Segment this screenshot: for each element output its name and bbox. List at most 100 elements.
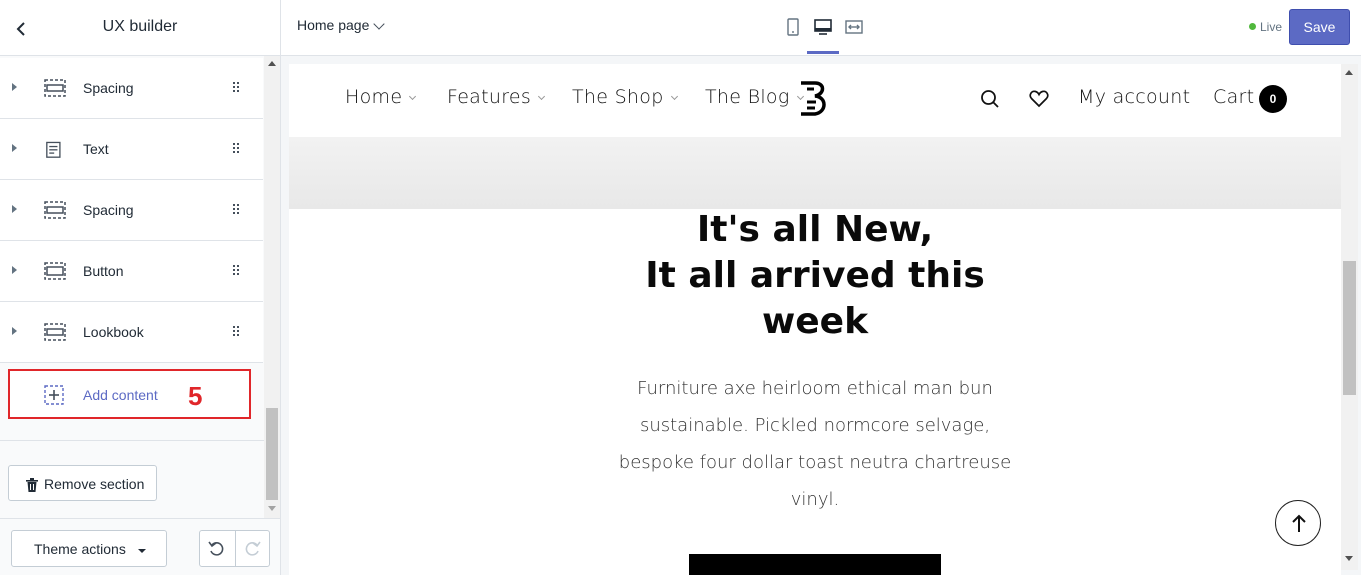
scroll-up-icon[interactable] xyxy=(1345,70,1353,75)
block-item-spacing[interactable]: Spacing xyxy=(0,58,263,119)
hero-image-band xyxy=(289,137,1341,209)
section-block-list: Spacing Text Spacing Button Lookbook Add… xyxy=(0,58,264,518)
back-button[interactable] xyxy=(10,18,32,40)
nav-item-label: Home xyxy=(345,86,403,108)
expand-caret-icon[interactable] xyxy=(12,205,17,213)
block-item-label: Spacing xyxy=(83,202,134,218)
add-content-label: Add content xyxy=(83,387,158,403)
drag-handle-icon[interactable] xyxy=(233,82,241,94)
undo-icon xyxy=(208,541,224,556)
my-account-link[interactable]: My account xyxy=(1078,86,1190,108)
site-header: Home Features The Shop The Blog My accou… xyxy=(289,64,1341,137)
block-item-text[interactable]: Text xyxy=(0,119,263,180)
trash-icon xyxy=(26,478,38,492)
block-item-label: Lookbook xyxy=(83,324,144,340)
desktop-view-button[interactable] xyxy=(813,17,833,37)
scrollbar-thumb[interactable] xyxy=(1343,261,1356,395)
drag-handle-icon[interactable] xyxy=(233,326,241,338)
scrollbar-thumb[interactable] xyxy=(266,408,278,500)
fullwidth-view-button[interactable] xyxy=(844,17,864,37)
remove-section-label: Remove section xyxy=(44,476,145,492)
nav-item-label: The Shop xyxy=(572,86,664,108)
back-to-top-button[interactable] xyxy=(1275,500,1321,546)
sidebar-footer: Theme actions xyxy=(0,518,280,575)
nav-item-features[interactable]: Features xyxy=(447,86,546,108)
desktop-icon xyxy=(814,19,832,35)
preview-scrollbar[interactable] xyxy=(1341,64,1358,570)
drag-handle-icon[interactable] xyxy=(233,143,241,155)
block-item-lookbook[interactable]: Lookbook xyxy=(0,302,263,363)
undo-button[interactable] xyxy=(207,539,227,559)
block-item-label: Text xyxy=(83,141,109,157)
hero-heading-line: week xyxy=(761,301,869,342)
add-content-button[interactable]: Add content 5 xyxy=(8,369,251,419)
editor-topbar: Home page Live Save xyxy=(281,0,1361,56)
spacing-icon xyxy=(44,79,66,97)
chevron-down-icon xyxy=(409,92,417,101)
heart-icon xyxy=(1029,90,1049,108)
search-button[interactable] xyxy=(979,88,1001,110)
redo-icon xyxy=(245,541,261,556)
site-preview: Home Features The Shop The Blog My accou… xyxy=(289,64,1341,575)
block-item-button[interactable]: Button xyxy=(0,241,263,302)
text-icon xyxy=(46,141,61,158)
hero-paragraph: Furniture axe heirloom ethical man bun s… xyxy=(618,378,1012,510)
expand-caret-icon[interactable] xyxy=(12,266,17,274)
page-selector-label: Home page xyxy=(297,17,370,33)
chevron-down-icon xyxy=(538,92,546,101)
scroll-up-icon[interactable] xyxy=(268,61,276,66)
theme-actions-button[interactable]: Theme actions xyxy=(11,530,167,567)
divider xyxy=(0,440,264,441)
nav-item-label: Features xyxy=(447,86,532,108)
block-item-label: Spacing xyxy=(83,80,134,96)
page-selector[interactable]: Home page xyxy=(297,17,386,33)
sidebar-title: UX builder xyxy=(102,18,178,35)
hero-heading: It's all New, It all arrived this week xyxy=(589,207,1041,345)
live-dot-icon xyxy=(1249,23,1256,30)
button-icon xyxy=(44,262,66,280)
undo-redo-group xyxy=(199,530,270,567)
spacing-icon xyxy=(44,201,66,219)
nav-item-home[interactable]: Home xyxy=(345,86,417,108)
fullwidth-icon xyxy=(845,20,863,34)
cart-count-badge: 0 xyxy=(1259,85,1287,113)
divider xyxy=(235,531,236,566)
scroll-down-icon[interactable] xyxy=(268,506,276,511)
live-label: Live xyxy=(1260,20,1283,34)
nav-item-label: The Blog xyxy=(705,86,790,108)
add-block-icon xyxy=(44,385,64,405)
block-item-label: Button xyxy=(83,263,124,279)
live-status: Live xyxy=(1249,20,1282,34)
chevron-down-icon xyxy=(670,92,678,101)
expand-caret-icon[interactable] xyxy=(12,83,17,91)
save-button[interactable]: Save xyxy=(1289,9,1350,45)
step-annotation: 5 xyxy=(188,381,203,411)
hero-heading-line: It all arrived this xyxy=(645,255,985,296)
nav-item-blog[interactable]: The Blog xyxy=(705,86,804,108)
search-icon xyxy=(981,90,999,108)
redo-button[interactable] xyxy=(242,539,262,559)
chevron-down-icon xyxy=(373,18,386,30)
sidebar-header: UX builder xyxy=(0,0,280,56)
sidebar: UX builder Spacing Text Spacing Button L… xyxy=(0,0,281,575)
nav-item-shop[interactable]: The Shop xyxy=(572,86,678,108)
cart-link[interactable]: Cart xyxy=(1213,86,1254,108)
drag-handle-icon[interactable] xyxy=(233,265,241,277)
hero-heading-line: It's all New, xyxy=(696,209,934,250)
drag-handle-icon[interactable] xyxy=(233,204,241,216)
expand-caret-icon[interactable] xyxy=(12,144,17,152)
wishlist-button[interactable] xyxy=(1028,88,1050,110)
lookbook-icon xyxy=(44,323,66,341)
mobile-view-button[interactable] xyxy=(783,17,803,37)
block-item-spacing[interactable]: Spacing xyxy=(0,180,263,241)
scroll-down-icon[interactable] xyxy=(1345,556,1353,561)
sidebar-scrollbar[interactable] xyxy=(264,56,280,518)
brand-logo[interactable] xyxy=(797,80,831,120)
arrow-up-icon xyxy=(1292,514,1306,532)
theme-actions-label: Theme actions xyxy=(34,541,126,557)
remove-section-button[interactable]: Remove section xyxy=(8,465,157,501)
hero-button[interactable] xyxy=(689,554,941,575)
expand-caret-icon[interactable] xyxy=(12,327,17,335)
active-device-indicator xyxy=(807,51,839,54)
mobile-icon xyxy=(787,18,799,36)
